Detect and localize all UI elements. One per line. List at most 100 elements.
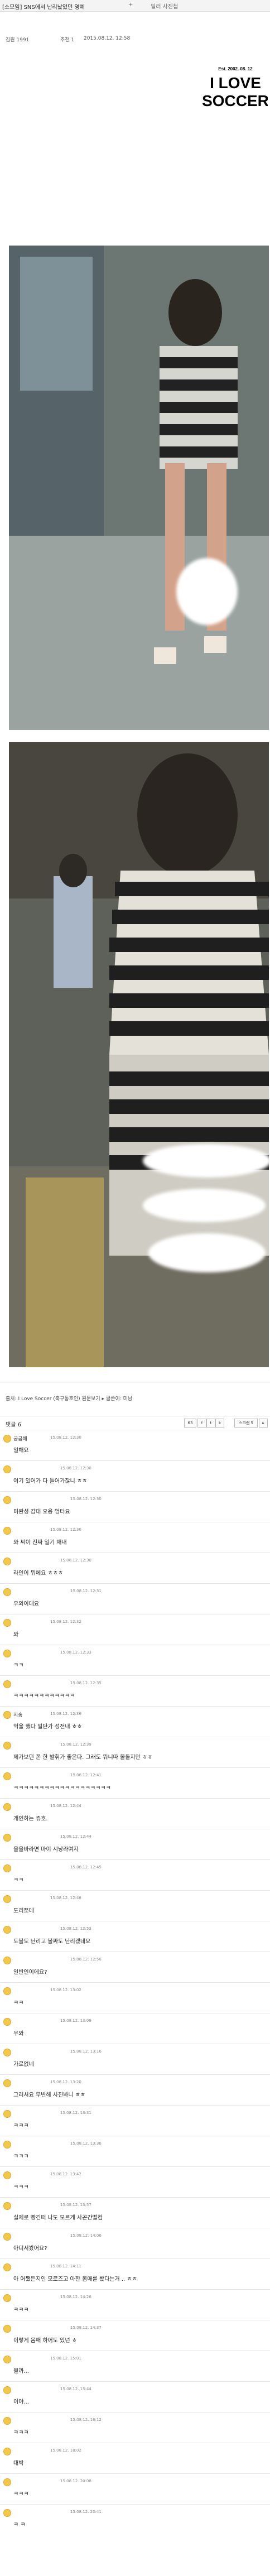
comment-date: 15.08.12. 12:45 [70,1865,102,1869]
comment-text: 라인이 뭐에요 ㅎㅎㅎ [13,1570,64,1577]
comment-item: 15.08.12. 15:44 이야... [0,2381,270,2412]
comment-author[interactable]: 지송 [13,1711,23,1718]
avatar[interactable] [3,1680,11,1688]
comment-author[interactable]: 궁금해 [13,1435,27,1442]
avatar[interactable] [3,1496,11,1504]
avatar[interactable] [3,2448,11,2455]
avatar[interactable] [3,2417,11,2425]
comment-date: 15.08.12. 12:30 [70,1497,102,1501]
avatar[interactable] [3,1772,11,1780]
author-name[interactable]: 김원 1991 [6,36,29,43]
avatar[interactable] [3,2233,11,2241]
comment-date: 15.08.12. 12:32 [50,1619,81,1624]
avatar[interactable] [3,1987,11,1995]
like-button[interactable]: 63 [184,1419,196,1428]
post-photo-1[interactable] [9,246,269,730]
avatar[interactable] [3,2202,11,2210]
avatar[interactable] [3,2263,11,2271]
recommend-count: 추천 1 [60,37,75,43]
face-blur [143,1144,269,1178]
avatar[interactable] [3,1895,11,1903]
face-blur [176,558,238,625]
share-twitter-button[interactable]: t [206,1419,215,1428]
comment-item: 15.08.12. 12:30 여기 있어가 다 들어가잖니 ㅎㅎ [0,1460,270,1492]
avatar[interactable] [3,2018,11,2026]
comment-item: 15.08.12. 14:11 아 어쨌든지인 모르즈고 아한 몸매를 봤다는거 … [0,2258,270,2290]
post-photo-2[interactable] [9,742,269,1367]
comment-text: ㅋㅋㅋㅋㅋㅋㅋㅋㅋㅋㅋㅋ [13,1693,75,1699]
avatar[interactable] [3,1465,11,1473]
comment-date: 15.08.12. 12:44 [60,1834,91,1839]
comment-item: 15.08.12. 12:31 우와이대요 [0,1583,270,1614]
comment-text: 을을바라면 마이 시낭라여지 [13,1847,79,1853]
avatar[interactable] [3,1926,11,1934]
comment-item: 15.08.12. 12:41 ㅋㅋㅋㅋㅋㅋㅋㅋㅋㅋㅋㅋㅋㅋㅋㅋㅋㅋㅋ [0,1767,270,1799]
share-kakao-button[interactable]: k [215,1419,224,1428]
comment-date: 15.08.12. 16:12 [70,2418,102,2422]
comment-item: 15.08.12. 12:45 ㅋㅋ [0,1859,270,1891]
avatar[interactable] [3,1558,11,1565]
comment-item: 15.08.12. 13:31 ㅋㅋㅋ [0,2105,270,2136]
comment-text: 여기 있어가 다 들어가잖니 ㅎㅎ [13,1478,88,1484]
avatar[interactable] [3,1435,11,1443]
comment-date: 15.08.12. 12:35 [70,1681,102,1685]
category-link[interactable]: 일러 사진첩 [151,2,178,10]
comment-date: 15.08.12. 12:36 [50,1712,81,1716]
comment-text: 그러셔요 무변해 사진봐니 ㅎㅎ [13,2092,86,2098]
avatar[interactable] [3,1864,11,1872]
comment-text: 아 어쨌든지인 모르즈고 아한 몸매를 봤다는거 .. ㅎㅎ [13,2276,137,2282]
avatar[interactable] [3,2478,11,2486]
source-text[interactable]: 출처: I Love Soccer (축구동호인) 원문보기 ▸ 글쓴이: 미남 [6,1395,132,1402]
comment-item: 15.08.12. 12:30 미완셩 감대 오옹 엉터요 [0,1491,270,1522]
avatar[interactable] [3,2049,11,2056]
avatar[interactable] [3,1957,11,1964]
comment-item: 15.08.12. 12:30 라인이 뭐에요 ㅎㅎㅎ [0,1553,270,1584]
comment-date: 15.08.12. 13:42 [50,2172,81,2176]
comment-text: ㅋㅋㅋ [13,2184,29,2190]
avatar[interactable] [3,1803,11,1811]
avatar[interactable] [3,2509,11,2517]
add-button[interactable]: + [128,2,133,8]
top-bar: [소모임] SNS에서 난리났었던 영예 + 일러 사진첩 [0,0,270,12]
face-blur [148,1233,266,1272]
comment-item: 15.08.12. 13:20 그러셔요 무변해 사진봐니 ㅎㅎ [0,2074,270,2106]
avatar[interactable] [3,1650,11,1657]
more-button[interactable]: ▸ [259,1419,268,1428]
comment-item: 15.08.12. 12:44 을을바라면 마이 시낭라여지 [0,1829,270,1860]
comment-item: 15.08.12. 12:33 ㅋㅋ [0,1645,270,1676]
avatar[interactable] [3,2356,11,2363]
comment-date: 15.08.12. 12:41 [70,1773,102,1777]
avatar[interactable] [3,1588,11,1596]
comment-text: 일해요 [13,1448,29,1454]
comment-date: 15.08.12. 12:30 [50,1435,81,1440]
avatar[interactable] [3,2141,11,2149]
comment-text: 와 [13,1632,19,1638]
comment-date: 15.08.12. 12:53 [60,1926,91,1931]
share-facebook-button[interactable]: f [197,1419,206,1428]
avatar[interactable] [3,1711,11,1719]
comment-item: 15.08.12. 13:09 우와 [0,2013,270,2044]
avatar[interactable] [3,2110,11,2118]
comment-date: 15.08.12. 15:01 [50,2356,81,2361]
avatar[interactable] [3,2294,11,2302]
comment-date: 15.08.12. 12:48 [50,1896,81,1900]
face-blur [143,1189,266,1222]
comment-item: 15.08.12. 18:02 대박 [0,2443,270,2474]
comment-text: 이야... [13,2399,29,2405]
comment-text: ㅋㅋ [13,2000,24,2006]
scrap-button[interactable]: 스크랩 5 [234,1419,258,1428]
comment-date: 15.08.12. 15:44 [60,2387,91,2391]
avatar[interactable] [3,2171,11,2179]
avatar[interactable] [3,1742,11,1750]
avatar[interactable] [3,1527,11,1535]
comment-text: 아디서봤어요? [13,2246,47,2252]
avatar[interactable] [3,2386,11,2394]
comment-text: 실제로 빵긴떠 나도 모르게 사곤간떨컴 [13,2215,103,2221]
comment-text: 대박 [13,2460,24,2467]
comment-text: ㅋㅋㅋ [13,2307,29,2313]
comment-item: 15.08.12. 12:39 제가보던 폰 한 발휘가 좋은다. 그래도 뭐니따… [0,1737,270,1768]
avatar[interactable] [3,1834,11,1842]
avatar[interactable] [3,2325,11,2333]
avatar[interactable] [3,2079,11,2087]
avatar[interactable] [3,1619,11,1627]
